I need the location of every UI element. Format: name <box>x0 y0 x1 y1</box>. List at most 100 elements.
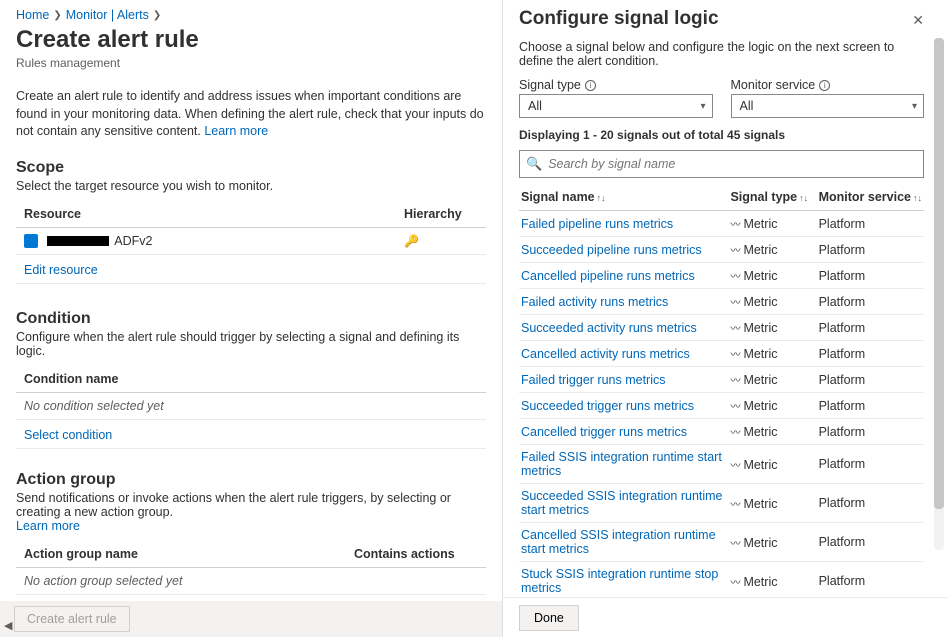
scope-heading: Scope <box>16 159 486 177</box>
signal-row[interactable]: Succeeded trigger runs metrics〰MetricPla… <box>519 393 924 419</box>
action-table: Action group name Contains actions No ac… <box>16 541 486 600</box>
signal-name-link[interactable]: Failed trigger runs metrics <box>521 373 666 387</box>
signal-type: Metric <box>743 536 777 550</box>
done-button[interactable]: Done <box>519 605 579 631</box>
metric-icon: 〰 <box>730 578 739 589</box>
scope-table: Resource Hierarchy ADFv2 🔑 Edit resource <box>16 201 486 285</box>
signal-type: Metric <box>743 347 777 361</box>
scrollbar-track[interactable] <box>934 38 944 550</box>
metric-icon: 〰 <box>730 376 739 387</box>
signal-name-link[interactable]: Cancelled SSIS integration runtime start… <box>521 528 716 556</box>
action-empty: No action group selected yet <box>16 568 486 595</box>
signal-name-link[interactable]: Cancelled pipeline runs metrics <box>521 269 695 283</box>
close-icon[interactable]: ✕ <box>912 12 924 29</box>
metric-icon: 〰 <box>730 272 739 283</box>
main-content: Home ❯ Monitor | Alerts ❯ Create alert r… <box>0 0 502 600</box>
panel-title: Configure signal logic <box>519 8 719 30</box>
signal-search-box[interactable]: 🔍 <box>519 150 924 178</box>
breadcrumb-home[interactable]: Home <box>16 8 49 22</box>
signal-row[interactable]: Cancelled pipeline runs metrics〰MetricPl… <box>519 263 924 289</box>
signals-col-service[interactable]: Monitor service↑↓ <box>817 186 924 211</box>
signal-type-value: All <box>528 99 542 113</box>
signal-type: Metric <box>743 575 777 589</box>
signal-type-label: Signal type i <box>519 78 713 92</box>
signal-type-select[interactable]: All ▾ <box>519 94 713 118</box>
condition-col-name: Condition name <box>16 366 486 393</box>
learn-more-link[interactable]: Learn more <box>204 124 268 138</box>
signal-type: Metric <box>743 399 777 413</box>
signal-name-link[interactable]: Failed activity runs metrics <box>521 295 668 309</box>
signal-row[interactable]: Failed SSIS integration runtime start me… <box>519 445 924 484</box>
sort-icon: ↑↓ <box>799 193 808 203</box>
signal-type: Metric <box>743 269 777 283</box>
signal-row[interactable]: Cancelled SSIS integration runtime start… <box>519 523 924 562</box>
collapse-chevron-icon[interactable]: ◀ <box>4 619 16 631</box>
signal-service: Platform <box>819 496 866 510</box>
breadcrumb-monitor[interactable]: Monitor | Alerts <box>66 8 149 22</box>
signal-service: Platform <box>819 373 866 387</box>
info-icon[interactable]: i <box>819 80 830 91</box>
signal-type: Metric <box>743 458 777 472</box>
metric-icon: 〰 <box>730 539 739 550</box>
signal-type: Metric <box>743 425 777 439</box>
signal-name-link[interactable]: Cancelled activity runs metrics <box>521 347 690 361</box>
panel-footer: Done <box>503 597 948 637</box>
breadcrumb: Home ❯ Monitor | Alerts ❯ <box>16 8 486 22</box>
signal-name-link[interactable]: Failed pipeline runs metrics <box>521 217 673 231</box>
signal-row[interactable]: Stuck SSIS integration runtime stop metr… <box>519 562 924 599</box>
signal-name-link[interactable]: Succeeded trigger runs metrics <box>521 399 694 413</box>
action-learn-more-link[interactable]: Learn more <box>16 519 80 533</box>
signal-row[interactable]: Succeeded SSIS integration runtime start… <box>519 484 924 523</box>
metric-icon: 〰 <box>730 350 739 361</box>
signal-name-link[interactable]: Succeeded pipeline runs metrics <box>521 243 702 257</box>
resource-name: ADFv2 <box>114 234 152 248</box>
monitor-service-select[interactable]: All ▾ <box>731 94 925 118</box>
scope-desc: Select the target resource you wish to m… <box>16 179 486 193</box>
select-condition-link[interactable]: Select condition <box>24 428 112 442</box>
metric-icon: 〰 <box>730 298 739 309</box>
signal-type: Metric <box>743 243 777 257</box>
signal-service: Platform <box>819 574 866 588</box>
signals-col-name[interactable]: Signal name↑↓ <box>519 186 728 211</box>
signal-name-link[interactable]: Failed SSIS integration runtime start me… <box>521 450 722 478</box>
signal-service: Platform <box>819 295 866 309</box>
sort-icon: ↑↓ <box>597 193 606 203</box>
signal-type: Metric <box>743 373 777 387</box>
signal-search-input[interactable] <box>548 157 917 171</box>
panel-desc: Choose a signal below and configure the … <box>519 40 924 68</box>
signal-row[interactable]: Failed trigger runs metrics 〰 Metric Platfo… <box>519 367 924 393</box>
key-icon: 🔑 <box>404 234 419 248</box>
signal-service: Platform <box>819 457 866 471</box>
edit-resource-link[interactable]: Edit resource <box>24 263 98 277</box>
condition-empty: No condition selected yet <box>16 393 486 420</box>
action-col-contains: Contains actions <box>346 541 486 568</box>
signal-service: Platform <box>819 321 866 335</box>
signal-type: Metric <box>743 217 777 231</box>
metric-icon: 〰 <box>730 428 739 439</box>
signal-row[interactable]: Succeeded activity runs metrics〰MetricPl… <box>519 315 924 341</box>
signal-type: Metric <box>743 497 777 511</box>
action-col-name: Action group name <box>16 541 346 568</box>
signal-name-link[interactable]: Stuck SSIS integration runtime stop metr… <box>521 567 718 595</box>
signal-name-link[interactable]: Succeeded activity runs metrics <box>521 321 697 335</box>
chevron-down-icon: ▾ <box>700 101 705 112</box>
scrollbar-thumb[interactable] <box>934 38 944 509</box>
page-title: Create alert rule <box>16 26 486 54</box>
signal-name-link[interactable]: Succeeded SSIS integration runtime start… <box>521 489 723 517</box>
signal-row[interactable]: Cancelled activity runs metrics 〰 Metric Pl… <box>519 341 924 367</box>
signal-row[interactable]: Succeeded pipeline runs metrics〰MetricPl… <box>519 237 924 263</box>
signal-service: Platform <box>819 347 866 361</box>
signal-row[interactable]: Failed pipeline runs metrics〰MetricPlatf… <box>519 211 924 237</box>
signal-row[interactable]: Cancelled trigger runs metrics〰MetricPla… <box>519 419 924 445</box>
page-subtitle: Rules management <box>16 56 486 70</box>
metric-icon: 〰 <box>730 402 739 413</box>
configure-signal-panel: Configure signal logic ✕ Choose a signal… <box>502 0 948 637</box>
info-icon[interactable]: i <box>585 80 596 91</box>
create-alert-rule-button[interactable]: Create alert rule <box>14 606 130 632</box>
signal-name-link[interactable]: Cancelled trigger runs metrics <box>521 425 687 439</box>
scope-resource-row[interactable]: ADFv2 🔑 <box>16 227 486 255</box>
signal-row[interactable]: Failed activity runs metrics〰MetricPlatf… <box>519 289 924 315</box>
resource-icon <box>24 234 38 248</box>
results-count: Displaying 1 - 20 signals out of total 4… <box>519 128 924 142</box>
signals-col-type[interactable]: Signal type↑↓ <box>728 186 816 211</box>
